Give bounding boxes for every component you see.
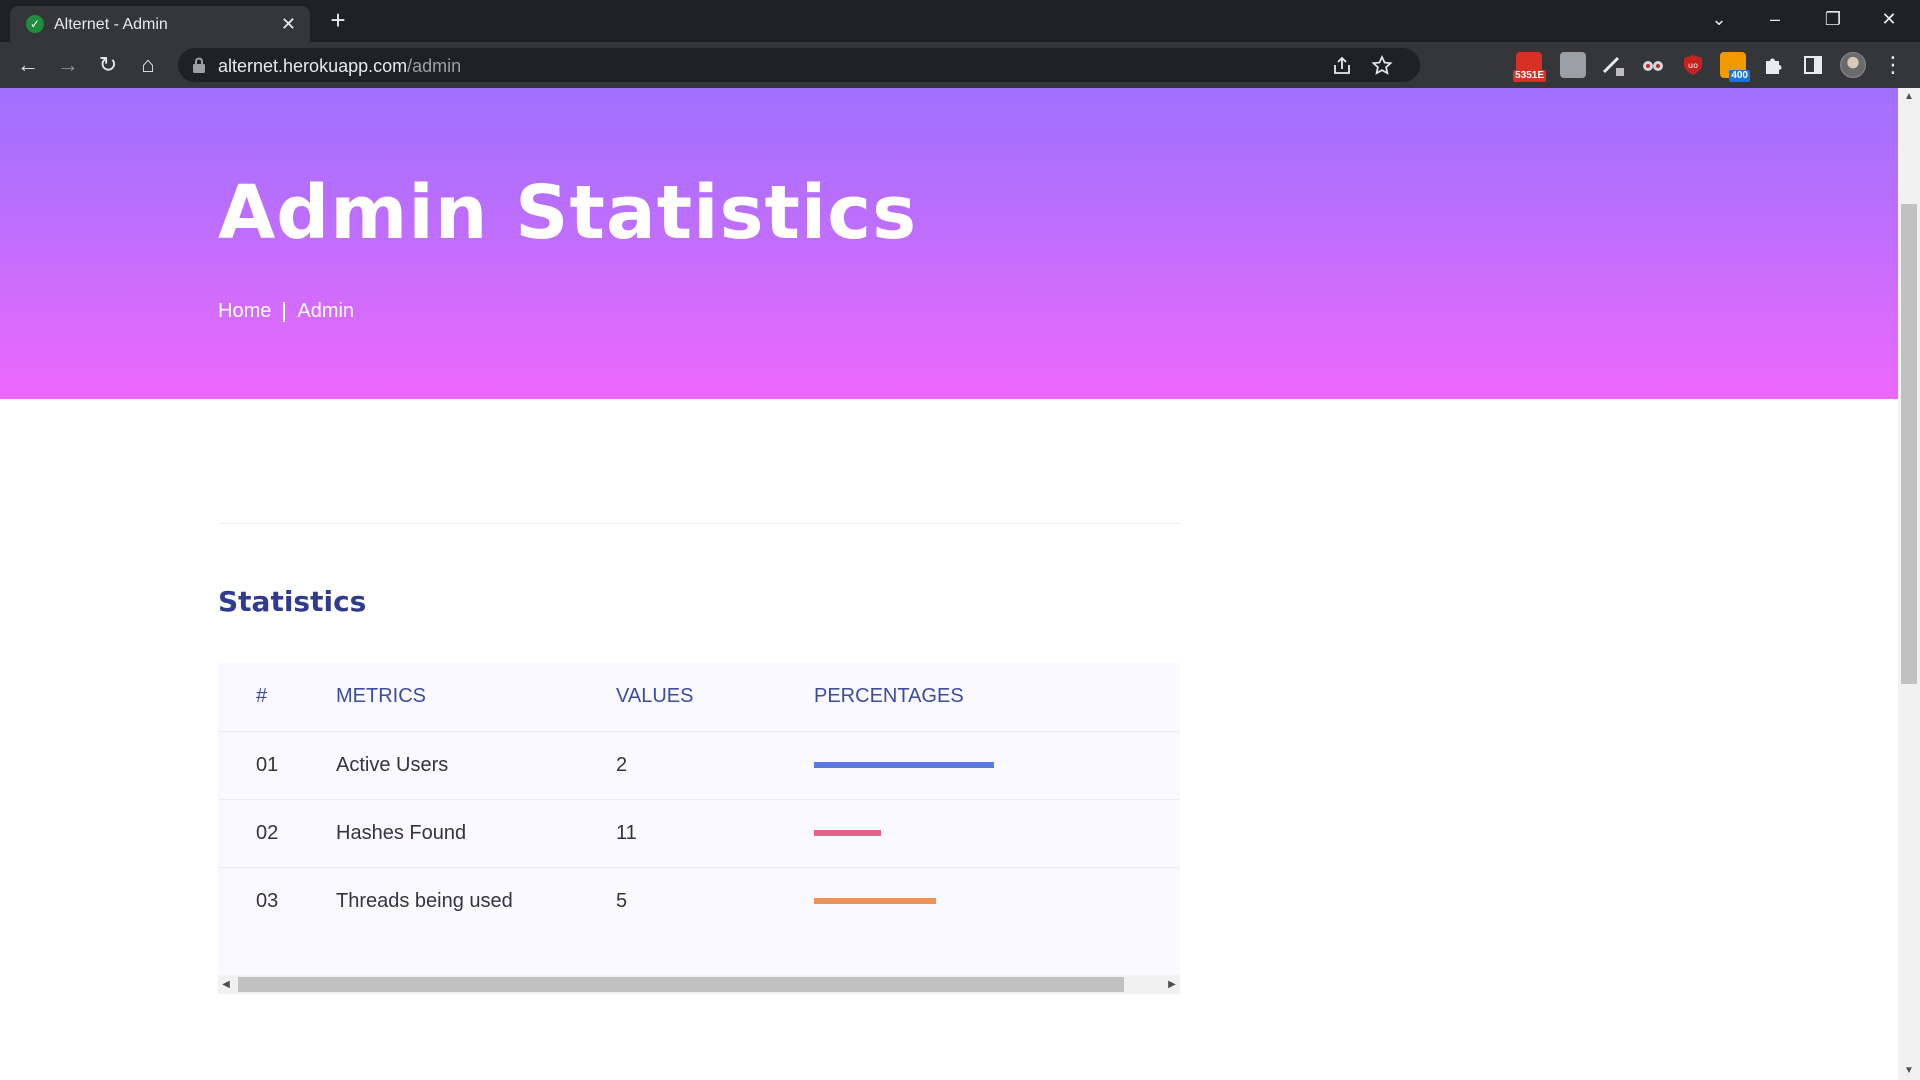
home-button[interactable]: ⌂ xyxy=(134,51,162,79)
column-header-percentages: PERCENTAGES xyxy=(814,663,1180,732)
metric-name: Hashes Found xyxy=(336,799,616,868)
scroll-up-arrow-icon[interactable]: ▲ xyxy=(1898,88,1920,106)
mail-icon[interactable]: 5351E xyxy=(1513,52,1546,82)
metric-name: Threads being used xyxy=(336,889,513,912)
row-number: 03 xyxy=(256,889,279,912)
tab-title: Alternet - Admin xyxy=(54,16,168,33)
puzzle-icon[interactable] xyxy=(1760,52,1786,78)
breadcrumb-home-link[interactable]: Home xyxy=(218,300,271,322)
percentage-bar xyxy=(814,830,1104,836)
browser-tab-bar: ✓ Alternet - Admin ✕ + ⌄ – ❐ ✕ xyxy=(0,0,1920,42)
scroll-down-arrow-icon[interactable]: ▼ xyxy=(1898,1062,1920,1080)
percentage-cell xyxy=(814,799,1180,868)
rss-badge: 400 xyxy=(1729,70,1750,82)
breadcrumb: Home Admin xyxy=(218,300,354,323)
back-button[interactable]: ← xyxy=(14,51,42,79)
url-text[interactable]: alternet.herokuapp.com/admin xyxy=(218,56,461,77)
page-title: Admin Statistics xyxy=(218,170,918,256)
extension-icon[interactable] xyxy=(1560,52,1586,78)
metric-name: Active Users xyxy=(336,731,616,800)
tab-search-chevron-icon[interactable]: ⌄ xyxy=(1696,4,1742,34)
page-viewport: Admin Statistics Home Admin Statistics # … xyxy=(0,88,1898,1080)
percentage-cell xyxy=(814,867,1180,935)
url-path: /admin xyxy=(407,56,462,76)
ublock-icon[interactable]: uo xyxy=(1680,52,1706,78)
browser-toolbar: ← → ↻ ⌂ alternet.herokuapp.com/admin 535… xyxy=(0,42,1920,88)
table-row: 02 Hashes Found 11 xyxy=(218,799,1180,868)
statistics-table-container: # METRICS VALUES PERCENTAGES 01 Active U… xyxy=(218,663,1180,994)
minimize-button[interactable]: – xyxy=(1752,4,1798,34)
share-icon[interactable] xyxy=(1330,54,1354,78)
row-number: 02 xyxy=(218,799,336,868)
vertical-scroll-thumb[interactable] xyxy=(1901,204,1917,684)
table-horizontal-scrollbar[interactable]: ◀ ▶ xyxy=(218,975,1180,994)
statistics-table: # METRICS VALUES PERCENTAGES 01 Active U… xyxy=(218,663,1180,935)
pen-icon[interactable] xyxy=(1600,52,1626,78)
bookmark-star-icon[interactable] xyxy=(1370,54,1394,78)
horizontal-scroll-thumb[interactable] xyxy=(238,977,1124,992)
reload-button[interactable]: ↻ xyxy=(94,51,122,79)
close-window-button[interactable]: ✕ xyxy=(1866,4,1912,34)
scroll-left-arrow-icon[interactable]: ◀ xyxy=(218,975,234,994)
percentage-bar xyxy=(814,762,1104,768)
page-vertical-scrollbar[interactable]: ▲ ▼ xyxy=(1898,88,1920,1080)
column-header-values: VALUES xyxy=(616,663,814,732)
side-panel-icon[interactable] xyxy=(1800,52,1826,78)
profile-avatar[interactable] xyxy=(1840,52,1866,78)
browser-tab[interactable]: ✓ Alternet - Admin ✕ xyxy=(10,6,310,42)
url-host: alternet.herokuapp.com xyxy=(218,56,408,76)
address-bar[interactable]: alternet.herokuapp.com/admin xyxy=(178,48,1420,82)
forward-button[interactable]: → xyxy=(54,51,82,79)
statistics-heading: Statistics xyxy=(218,585,367,618)
breadcrumb-admin-link[interactable]: Admin xyxy=(297,300,354,322)
rss-icon[interactable]: 400 xyxy=(1720,52,1750,82)
row-number: 01 xyxy=(218,731,336,800)
svg-text:uo: uo xyxy=(1688,61,1698,70)
breadcrumb-separator xyxy=(283,301,286,322)
scroll-right-arrow-icon[interactable]: ▶ xyxy=(1164,975,1180,994)
table-row: 01 Active Users 2 xyxy=(218,731,1180,800)
column-header-metrics: METRICS xyxy=(336,663,616,732)
tab-close-icon[interactable]: ✕ xyxy=(281,13,296,35)
table-header-row: # METRICS VALUES PERCENTAGES xyxy=(218,663,1180,732)
metric-value: 5 xyxy=(616,889,628,912)
glasses-icon[interactable] xyxy=(1640,52,1666,78)
column-header-number: # xyxy=(218,663,336,732)
mail-badge: 5351E xyxy=(1513,70,1546,82)
hero-banner: Admin Statistics Home Admin xyxy=(0,88,1898,399)
check-icon: ✓ xyxy=(26,15,44,33)
metric-value: 11 xyxy=(616,799,814,868)
menu-dots-icon[interactable]: ⋮ xyxy=(1882,51,1904,79)
percentage-bar xyxy=(814,898,1104,905)
percentage-cell xyxy=(814,731,1180,800)
percentage-bar-fill xyxy=(814,762,994,768)
section-divider xyxy=(218,523,1180,524)
restore-button[interactable]: ❐ xyxy=(1810,4,1856,34)
table-row: 03 Threads being used 5 xyxy=(218,867,1180,935)
metric-value: 2 xyxy=(616,731,814,800)
new-tab-button[interactable]: + xyxy=(324,6,352,34)
percentage-bar-fill xyxy=(814,898,936,905)
lock-icon xyxy=(193,57,205,73)
percentage-bar-fill xyxy=(814,830,881,836)
